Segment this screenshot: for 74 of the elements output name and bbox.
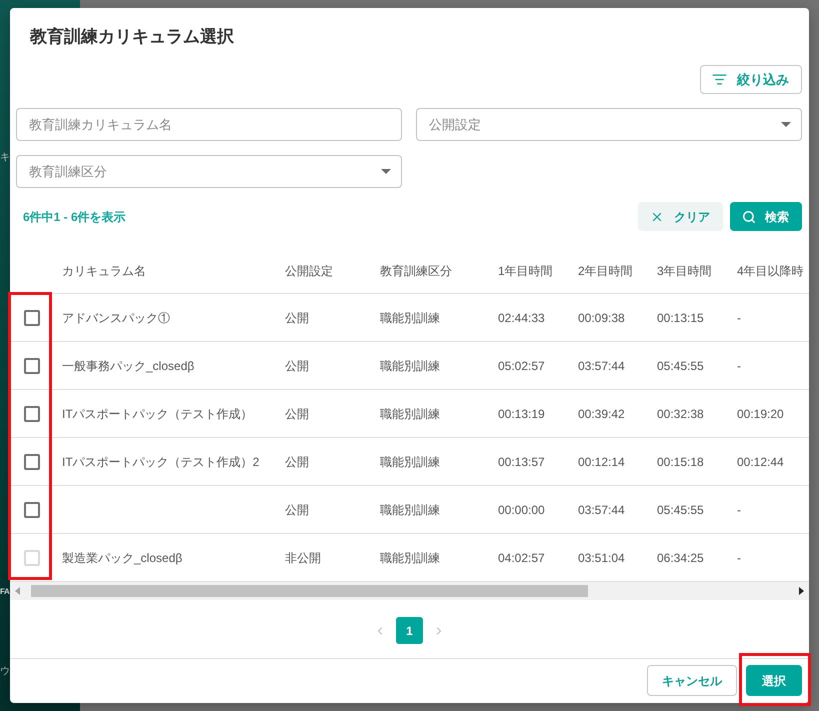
result-count: 6件中1 - 6件を表示 — [23, 208, 126, 226]
table-cell-text: ITパスポートパック（テスト作成） — [61, 406, 254, 422]
table-cell-text: 一般事務パック_closedβ — [61, 358, 196, 374]
table-cell-text: 00:12:14 — [577, 454, 626, 470]
sidebar-label: ウ — [0, 666, 10, 678]
table-cell-text: ITパスポートパック（テスト作成）2 — [61, 454, 260, 470]
table-cell-text: 職能別訓練 — [379, 310, 441, 326]
table-cell-text: - — [736, 502, 742, 518]
row-checkbox[interactable] — [24, 454, 40, 470]
column-header: 公開設定 — [284, 262, 334, 280]
page-button[interactable]: 1 — [396, 617, 423, 644]
table-cell-text: 公開 — [284, 406, 310, 422]
table-cell-text: アドバンスパック① — [61, 310, 171, 326]
cancel-button[interactable]: キャンセル — [647, 665, 737, 696]
table-cell-text: 03:57:44 — [577, 502, 626, 518]
table-cell-text: 05:02:57 — [497, 358, 546, 374]
table-cell-text: 05:45:55 — [656, 502, 705, 518]
dialog-title: 教育訓練カリキュラム選択 — [30, 26, 234, 48]
column-header: 4年目以降時 — [736, 262, 805, 280]
table-cell-text: 00:13:15 — [656, 310, 705, 326]
scrollbar-thumb[interactable] — [31, 585, 588, 597]
column-header: 2年目時間 — [577, 262, 634, 280]
table-cell-text: 00:15:18 — [656, 454, 705, 470]
caret-icon — [381, 169, 391, 174]
table-cell-text: 製造業パック_closedβ — [61, 550, 184, 566]
table-cell-text: 公開 — [284, 502, 310, 518]
row-checkbox[interactable] — [24, 310, 40, 326]
table-cell-text: 公開 — [284, 454, 310, 470]
table-cell-text: 00:32:38 — [656, 406, 705, 422]
column-header: 1年目時間 — [497, 262, 554, 280]
table-cell-text: 00:00:00 — [497, 502, 546, 518]
table-cell-text: 00:12:44 — [736, 454, 785, 470]
row-checkbox[interactable] — [24, 358, 40, 374]
select-button[interactable]: 選択 — [746, 665, 802, 696]
table-cell-text: 職能別訓練 — [379, 454, 441, 470]
sidebar-label: FA — [0, 587, 10, 597]
search-button[interactable]: 検索 — [730, 202, 802, 231]
table-cell-text: 02:44:33 — [497, 310, 546, 326]
sidebar-label: キ — [0, 152, 10, 164]
table-cell-text: 06:34:25 — [656, 550, 705, 566]
scroll-right-icon[interactable] — [799, 587, 804, 595]
table-cell-text: 03:57:44 — [577, 358, 626, 374]
table-cell-text: 公開 — [284, 358, 310, 374]
table-cell-text: 05:45:55 — [656, 358, 705, 374]
input-field[interactable]: 教育訓練カリキュラム名 — [16, 108, 402, 141]
column-header: カリキュラム名 — [61, 262, 147, 280]
select-field[interactable]: 公開設定 — [416, 108, 802, 141]
table-cell-text: 00:39:42 — [577, 406, 626, 422]
caret-icon — [781, 122, 791, 127]
table-cell-text: - — [736, 310, 742, 326]
table-cell-text: 00:19:20 — [736, 406, 785, 422]
clear-button[interactable]: クリア — [638, 202, 723, 231]
table-cell-text: 職能別訓練 — [379, 358, 441, 374]
table-cell-text: 03:51:04 — [577, 550, 626, 566]
row-checkbox[interactable] — [24, 502, 40, 518]
table-cell-text: 04:02:57 — [497, 550, 546, 566]
table-cell-text: 00:09:38 — [577, 310, 626, 326]
table-cell-text: 職能別訓練 — [379, 550, 441, 566]
table-cell-text: - — [736, 358, 742, 374]
table-cell-text: 職能別訓練 — [379, 502, 441, 518]
column-header: 3年目時間 — [656, 262, 713, 280]
table-cell-text: 非公開 — [284, 550, 322, 566]
table-cell-text: 職能別訓練 — [379, 406, 441, 422]
filter-icon — [712, 72, 727, 87]
table-cell-text: 公開 — [284, 310, 310, 326]
select-field[interactable]: 教育訓練区分 — [16, 155, 402, 188]
table-cell-text: 00:13:19 — [497, 406, 546, 422]
search-icon — [742, 210, 756, 224]
table-cell-text: - — [736, 550, 742, 566]
row-checkbox[interactable] — [24, 406, 40, 422]
column-header: 教育訓練区分 — [379, 262, 453, 280]
table-cell-text: 00:13:57 — [497, 454, 546, 470]
filter-button[interactable]: 絞り込み — [700, 65, 802, 94]
scrollbar-track[interactable] — [10, 582, 809, 600]
